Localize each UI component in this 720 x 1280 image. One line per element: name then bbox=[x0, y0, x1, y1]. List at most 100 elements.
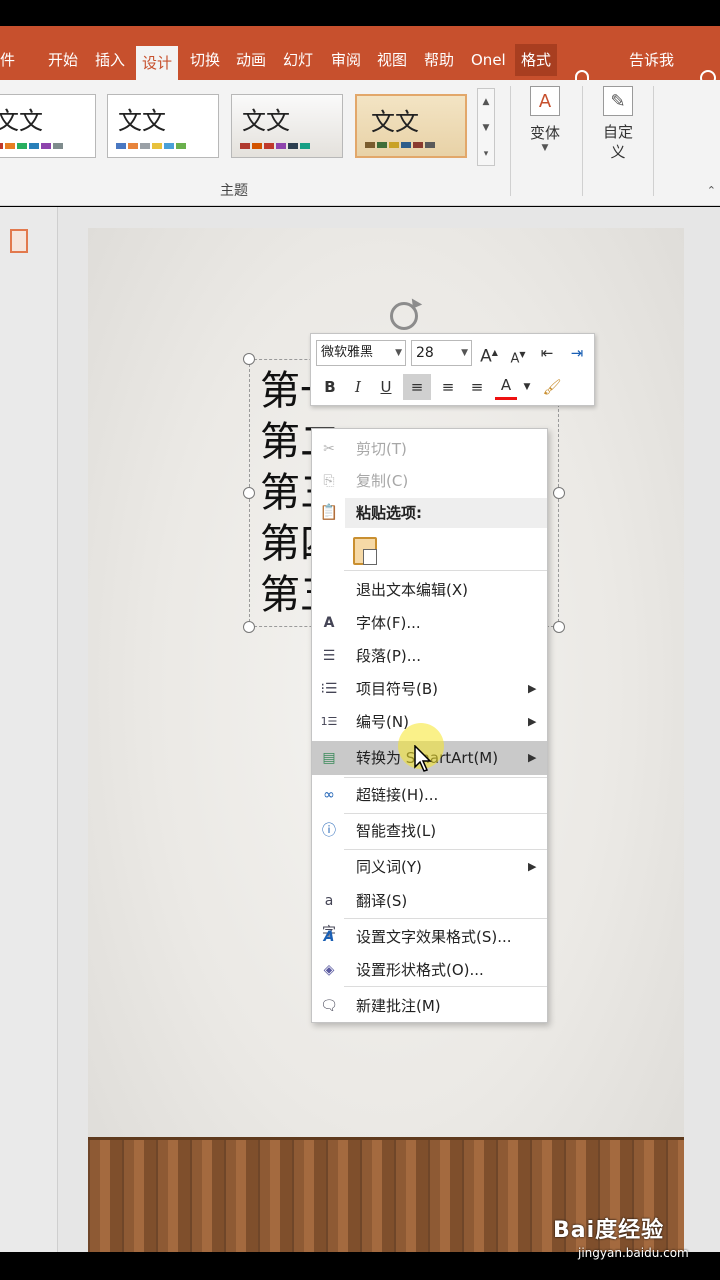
tab-transitions[interactable]: 切换 bbox=[190, 44, 220, 76]
menu-item-translate[interactable]: a字 翻译(S) bbox=[312, 885, 547, 941]
watermark-url: jingyan.baidu.com bbox=[578, 1246, 689, 1260]
underline-button[interactable]: U bbox=[375, 374, 397, 400]
theme-color-swatch bbox=[276, 143, 286, 149]
theme-color-swatch bbox=[140, 143, 150, 149]
menu-item-copy[interactable]: ⎘ 复制(C) bbox=[312, 467, 547, 495]
theme-thumbnail-1[interactable]: 文文 bbox=[0, 94, 96, 158]
copy-icon: ⎘ bbox=[323, 473, 335, 489]
chevron-down-icon[interactable]: ▼ bbox=[521, 374, 533, 400]
menu-item-format-text-effects[interactable]: A 设置文字效果格式(S)... bbox=[312, 921, 547, 953]
theme-color-swatch bbox=[377, 142, 387, 148]
resize-handle[interactable] bbox=[243, 353, 255, 365]
decrease-indent-icon[interactable]: ⇤ bbox=[534, 340, 560, 366]
rotate-handle-icon[interactable] bbox=[390, 302, 418, 330]
submenu-arrow-icon: ▶ bbox=[528, 715, 537, 728]
shrink-font-button[interactable]: A▼ bbox=[508, 342, 528, 368]
font-name-select[interactable]: 微软雅黑 ▼ bbox=[316, 340, 406, 366]
theme-color-swatch bbox=[176, 143, 186, 149]
menu-item-font[interactable]: A 字体(F)... bbox=[312, 608, 547, 638]
theme-color-swatch bbox=[5, 143, 15, 149]
collapse-ribbon-icon[interactable]: ⌃ bbox=[707, 184, 716, 197]
tab-slideshow[interactable]: 幻灯 bbox=[283, 44, 313, 76]
theme-color-swatches bbox=[365, 142, 435, 148]
smartart-icon: ▤ bbox=[322, 750, 336, 766]
increase-indent-icon[interactable]: ⇥ bbox=[564, 340, 590, 366]
powerpoint-window: 件 开始 插入 设计 切换 动画 幻灯 审阅 视图 帮助 Onel 格式 告诉我… bbox=[0, 0, 720, 1280]
ribbon-separator bbox=[653, 86, 654, 196]
gallery-more-icon[interactable]: ▾ bbox=[478, 141, 494, 167]
tab-design[interactable]: 设计 bbox=[136, 46, 179, 80]
menu-header-paste-options: 粘贴选项: bbox=[345, 498, 547, 528]
tab-view[interactable]: 视图 bbox=[377, 44, 407, 76]
theme-preview-text: 文文 bbox=[242, 107, 290, 135]
resize-handle[interactable] bbox=[243, 621, 255, 633]
italic-button[interactable]: I bbox=[347, 374, 369, 400]
customize-button[interactable]: ✎ 自定义 bbox=[588, 86, 648, 162]
font-color-button[interactable]: A bbox=[495, 374, 517, 400]
menu-item-exit-text-edit[interactable]: 退出文本编辑(X) bbox=[312, 575, 547, 605]
variants-button[interactable]: A 变体 ▼ bbox=[515, 86, 575, 153]
menu-separator bbox=[344, 813, 547, 814]
tab-onenote[interactable]: Onel bbox=[471, 44, 506, 76]
menu-item-new-comment[interactable]: 🗨 新建批注(M) bbox=[312, 990, 547, 1022]
format-painter-icon[interactable]: 🖌 bbox=[539, 374, 565, 400]
scissors-icon: ✂ bbox=[323, 441, 335, 457]
tab-file[interactable]: 件 bbox=[0, 44, 15, 76]
menu-item-synonyms[interactable]: 同义词(Y) ▶ bbox=[312, 851, 547, 883]
chevron-down-icon: ▼ bbox=[395, 348, 402, 358]
mini-toolbar: 微软雅黑 ▼ 28 ▼ A▲ A▼ ⇤ ⇥ B I U ≡ ≡ ≡ A ▼ 🖌 bbox=[310, 333, 595, 406]
theme-color-swatch bbox=[252, 143, 262, 149]
menu-item-format-shape[interactable]: ◈ 设置形状格式(O)... bbox=[312, 954, 547, 986]
slide-thumbnail[interactable] bbox=[10, 229, 28, 253]
theme-color-swatch bbox=[425, 142, 435, 148]
submenu-arrow-icon: ▶ bbox=[528, 860, 537, 873]
grow-font-button[interactable]: A▲ bbox=[478, 340, 500, 367]
resize-handle[interactable] bbox=[553, 487, 565, 499]
theme-preview-text: 文文 bbox=[371, 108, 419, 136]
tab-home[interactable]: 开始 bbox=[48, 44, 78, 76]
scroll-up-icon[interactable]: ▲ bbox=[478, 89, 494, 115]
menu-separator bbox=[344, 777, 547, 778]
scroll-down-icon[interactable]: ▼ bbox=[478, 115, 494, 141]
align-left-button[interactable]: ≡ bbox=[403, 374, 431, 400]
align-right-button[interactable]: ≡ bbox=[464, 374, 490, 400]
theme-color-swatches bbox=[116, 143, 186, 149]
theme-color-swatch bbox=[300, 143, 310, 149]
font-size-value: 28 bbox=[416, 345, 434, 361]
theme-color-swatch bbox=[413, 142, 423, 148]
ribbon-separator bbox=[510, 86, 511, 196]
menu-item-smart-lookup[interactable]: ⓘ 智能查找(L) bbox=[312, 815, 547, 847]
menu-item-paragraph[interactable]: ☰ 段落(P)... bbox=[312, 641, 547, 671]
submenu-arrow-icon: ▶ bbox=[528, 751, 537, 764]
menu-item-cut[interactable]: ✂ 剪切(T) bbox=[312, 435, 547, 463]
theme-thumbnail-4[interactable]: 文文 bbox=[355, 94, 467, 158]
theme-color-swatch bbox=[17, 143, 27, 149]
resize-handle[interactable] bbox=[243, 487, 255, 499]
theme-thumbnail-2[interactable]: 文文 bbox=[107, 94, 219, 158]
tab-review[interactable]: 审阅 bbox=[331, 44, 361, 76]
theme-color-swatches bbox=[0, 143, 63, 149]
menu-item-hyperlink[interactable]: ∞ 超链接(H)... bbox=[312, 779, 547, 811]
tab-animations[interactable]: 动画 bbox=[236, 44, 266, 76]
theme-color-swatch bbox=[128, 143, 138, 149]
tab-insert[interactable]: 插入 bbox=[95, 44, 125, 76]
tell-me-box[interactable]: 告诉我 bbox=[629, 44, 674, 76]
menu-separator bbox=[344, 918, 547, 919]
paste-icon: 📋 bbox=[319, 503, 339, 521]
menu-item-bullets[interactable]: ⁝☰ 项目符号(B) ▶ bbox=[312, 674, 547, 704]
paste-keep-text-icon[interactable] bbox=[353, 537, 377, 565]
theme-thumbnail-3[interactable]: 文文 bbox=[231, 94, 343, 158]
align-center-button[interactable]: ≡ bbox=[435, 374, 461, 400]
resize-handle[interactable] bbox=[553, 621, 565, 633]
bullets-icon: ⁝☰ bbox=[320, 681, 338, 697]
tab-help[interactable]: 帮助 bbox=[424, 44, 454, 76]
theme-gallery-scroller[interactable]: ▲ ▼ ▾ bbox=[477, 88, 495, 166]
bold-button[interactable]: B bbox=[319, 374, 341, 400]
text-effects-icon: A bbox=[323, 929, 335, 945]
font-size-select[interactable]: 28 ▼ bbox=[411, 340, 472, 366]
ribbon-separator bbox=[582, 86, 583, 196]
tab-format[interactable]: 格式 bbox=[515, 44, 558, 76]
theme-preview-text: 文文 bbox=[0, 107, 43, 135]
smart-lookup-icon: ⓘ bbox=[322, 823, 336, 839]
theme-color-swatches bbox=[240, 143, 310, 149]
